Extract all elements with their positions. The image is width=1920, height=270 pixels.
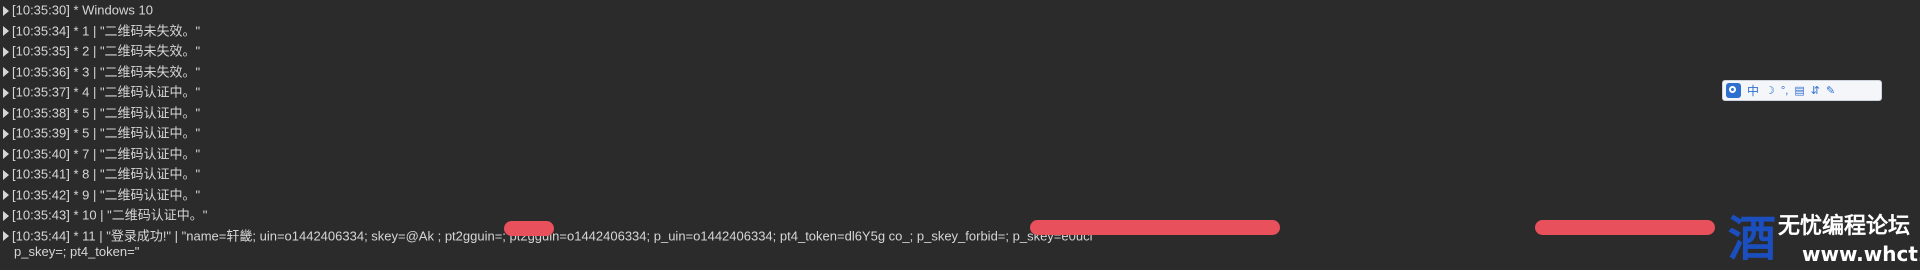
- log-line-text: [10:35:30] * Windows 10: [12, 2, 153, 18]
- log-line-text: [10:35:38] * 5 | "二维码认证中。": [12, 105, 201, 121]
- redaction-bar: [1030, 220, 1280, 235]
- site-watermark: 酒 无忧编程论坛 www.whct.net: [1728, 212, 1920, 270]
- log-line-text: [10:35:34] * 1 | "二维码未失效。": [12, 23, 201, 39]
- ime-language-toggle[interactable]: 中: [1747, 83, 1759, 99]
- expand-arrow-icon[interactable]: [3, 210, 9, 221]
- log-line: [10:35:41] * 8 | "二维码认证中。": [0, 164, 200, 184]
- expand-arrow-icon[interactable]: [3, 128, 9, 139]
- ime-punctuation-icon[interactable]: °,: [1781, 83, 1788, 99]
- redaction-bar: [504, 221, 554, 236]
- ime-logo-icon[interactable]: [1726, 83, 1741, 98]
- log-line-text: [10:35:42] * 9 | "二维码认证中。": [12, 187, 201, 203]
- expand-arrow-icon[interactable]: [3, 26, 9, 37]
- ime-toolbar[interactable]: 中 ☽ °, ▤ ⇵ ✎: [1722, 80, 1882, 101]
- ime-keyboard-icon[interactable]: ▤: [1794, 83, 1804, 99]
- ime-settings-icon[interactable]: ✎: [1826, 83, 1835, 99]
- expand-arrow-icon[interactable]: [3, 169, 9, 180]
- ime-moon-icon[interactable]: ☽: [1765, 83, 1775, 99]
- log-line: [10:35:42] * 9 | "二维码认证中。": [0, 185, 200, 205]
- ime-switch-icon[interactable]: ⇵: [1811, 83, 1820, 99]
- log-line-continuation: p_skey=; pt4_token=": [14, 244, 140, 259]
- watermark-title: 无忧编程论坛: [1778, 214, 1911, 239]
- log-line: [10:35:39] * 5 | "二维码认证中。": [0, 123, 200, 143]
- log-line: [10:35:36] * 3 | "二维码未失效。": [0, 62, 200, 82]
- log-line: [10:35:37] * 4 | "二维码认证中。": [0, 82, 200, 102]
- watermark-url: www.whct.net: [1802, 242, 1920, 266]
- expand-arrow-icon[interactable]: [3, 190, 9, 201]
- redaction-bar: [1535, 220, 1715, 235]
- log-line: [10:35:34] * 1 | "二维码未失效。": [0, 21, 200, 41]
- expand-arrow-icon[interactable]: [3, 67, 9, 78]
- log-line-text: [10:35:39] * 5 | "二维码认证中。": [12, 125, 201, 141]
- log-line-text: [10:35:43] * 10 | "二维码认证中。": [12, 207, 208, 223]
- expand-arrow-icon[interactable]: [3, 5, 9, 16]
- expand-arrow-icon[interactable]: [3, 46, 9, 57]
- log-line: [10:35:43] * 10 | "二维码认证中。": [0, 205, 207, 225]
- log-line-text: [10:35:37] * 4 | "二维码认证中。": [12, 84, 201, 100]
- expand-arrow-icon[interactable]: [3, 149, 9, 160]
- log-line: [10:35:35] * 2 | "二维码未失效。": [0, 41, 200, 61]
- log-line-text: [10:35:41] * 8 | "二维码认证中。": [12, 166, 201, 182]
- log-line-text: [10:35:36] * 3 | "二维码未失效。": [12, 64, 201, 80]
- log-line-text: [10:35:40] * 7 | "二维码认证中。": [12, 146, 201, 162]
- watermark-logo-icon: 酒: [1728, 211, 1777, 267]
- log-line: [10:35:40] * 7 | "二维码认证中。": [0, 144, 200, 164]
- log-line-text: [10:35:35] * 2 | "二维码未失效。": [12, 43, 201, 59]
- expand-arrow-icon[interactable]: [3, 231, 9, 242]
- log-line: [10:35:38] * 5 | "二维码认证中。": [0, 103, 200, 123]
- expand-arrow-icon[interactable]: [3, 108, 9, 119]
- log-line: [10:35:30] * Windows 10: [0, 0, 153, 20]
- expand-arrow-icon[interactable]: [3, 87, 9, 98]
